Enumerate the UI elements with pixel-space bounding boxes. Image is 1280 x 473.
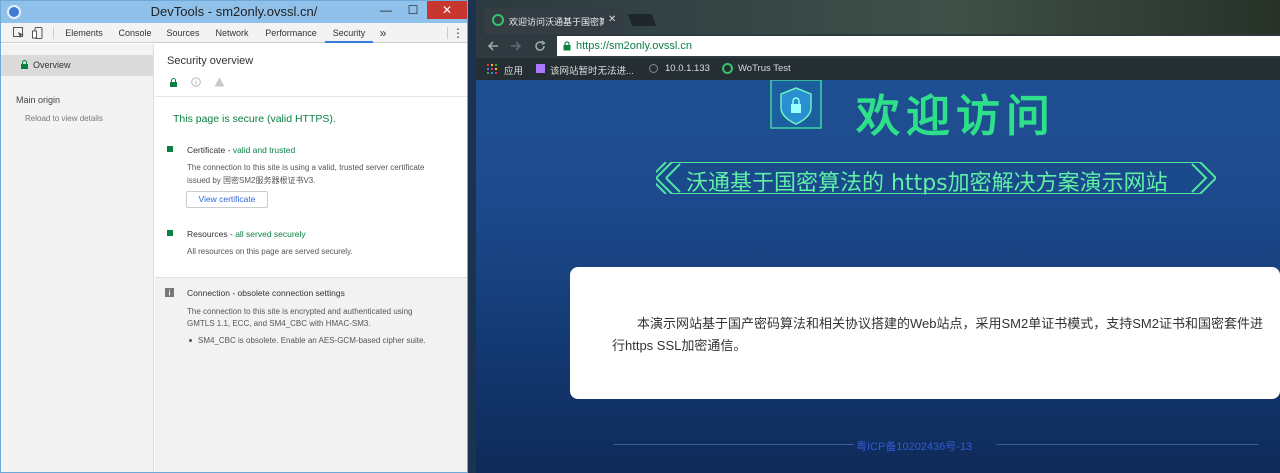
devtools-menu-button[interactable]: ⋮ bbox=[451, 23, 465, 43]
resources-status-icon bbox=[167, 230, 173, 236]
site-favicon-icon bbox=[492, 14, 504, 26]
view-certificate-button[interactable]: View certificate bbox=[186, 191, 268, 208]
tab-performance[interactable]: Performance bbox=[259, 23, 323, 43]
bullet-dot bbox=[189, 339, 192, 342]
tab-console[interactable]: Console bbox=[112, 23, 158, 43]
page-title: Security overview bbox=[167, 55, 254, 67]
resources-heading: Resources - all served securely bbox=[187, 229, 306, 239]
tab-sources[interactable]: Sources bbox=[161, 23, 205, 43]
device-toolbar-icon[interactable] bbox=[32, 27, 44, 39]
connection-warning-item: SM4_CBC is obsolete. Enable an AES-GCM-b… bbox=[198, 336, 426, 345]
bookmark-item[interactable]: 10.0.1.133 bbox=[665, 63, 710, 74]
tab-title: 欢迎访问沃通基于国密算 bbox=[509, 17, 604, 27]
bookmark-item[interactable]: 该网站暂时无法进... bbox=[550, 63, 634, 77]
security-sidebar: Overview Main origin Reload to view deta… bbox=[1, 44, 154, 472]
footer-divider bbox=[614, 444, 854, 445]
connection-description-line1: The connection to this site is encrypted… bbox=[187, 307, 413, 316]
more-tabs-button[interactable]: » bbox=[376, 23, 390, 43]
resources-description: All resources on this page are served se… bbox=[187, 247, 353, 256]
tab-elements[interactable]: Elements bbox=[59, 23, 109, 43]
security-shield-logo bbox=[770, 80, 822, 129]
page-content: 欢迎访问 沃通基于国密算法的 https加密解决方案演示网站 本演示网站基于国产… bbox=[476, 80, 1280, 473]
minimize-button[interactable]: — bbox=[373, 1, 399, 19]
resources-status: all served securely bbox=[235, 229, 306, 239]
maximize-button[interactable]: ☐ bbox=[400, 1, 426, 19]
banner-text: 沃通基于国密算法的 https加密解决方案演示网站 bbox=[686, 171, 1168, 196]
certificate-description-line1: The connection to this site is using a v… bbox=[187, 163, 425, 172]
bookmark-favicon-icon bbox=[536, 64, 545, 73]
certificate-heading: Certificate - valid and trusted bbox=[187, 145, 296, 155]
icp-link[interactable]: 粤ICP备10202436号-13 bbox=[856, 438, 972, 454]
chrome-toolbar: https://sm2only.ovssl.cn bbox=[476, 34, 1280, 58]
devtools-window: DevTools - sm2only.ovssl.cn/ — ☐ ✕ Eleme… bbox=[0, 0, 468, 473]
sidebar-item-reload[interactable]: Reload to view details bbox=[25, 114, 103, 123]
security-summary: This page is secure (valid HTTPS). bbox=[173, 113, 336, 125]
wotrus-favicon-icon bbox=[722, 63, 733, 74]
tab-security[interactable]: Security bbox=[325, 23, 373, 43]
chrome-tabbar: 欢迎访问沃通基于国密算 ✕ bbox=[476, 0, 1280, 34]
secure-lock-icon bbox=[170, 78, 177, 87]
bookmarks-bar: 应用 该网站暂时无法进... 10.0.1.133 WoTrus Test bbox=[476, 58, 1280, 80]
secure-lock-icon bbox=[563, 41, 571, 51]
info-icon bbox=[191, 77, 201, 87]
browser-tab[interactable]: 欢迎访问沃通基于国密算 ✕ bbox=[484, 8, 624, 34]
footer-divider bbox=[996, 444, 1258, 445]
new-tab-button[interactable] bbox=[627, 14, 657, 26]
close-button[interactable]: ✕ bbox=[427, 1, 467, 19]
connection-section: Connection - obsolete connection setting… bbox=[155, 277, 467, 472]
tab-close-icon[interactable]: ✕ bbox=[608, 14, 616, 25]
intro-card: 本演示网站基于国产密码算法和相关协议搭建的Web站点，采用SM2单证书模式，支持… bbox=[570, 267, 1280, 399]
hero-title: 欢迎访问 bbox=[856, 91, 1056, 142]
bookmark-item[interactable]: WoTrus Test bbox=[738, 63, 791, 74]
lock-icon bbox=[21, 60, 28, 69]
sidebar-item-label: Overview bbox=[33, 60, 71, 70]
info-square-icon bbox=[165, 288, 174, 297]
certificate-status-icon bbox=[167, 146, 173, 152]
globe-icon bbox=[649, 64, 658, 73]
sidebar-section-main-origin: Main origin bbox=[16, 95, 61, 105]
tab-network[interactable]: Network bbox=[207, 23, 257, 43]
devtools-titlebar[interactable]: DevTools - sm2only.ovssl.cn/ — ☐ ✕ bbox=[1, 1, 467, 23]
bookmark-apps[interactable]: 应用 bbox=[504, 63, 523, 77]
chrome-window: 欢迎访问沃通基于国密算 ✕ https://sm2only.ovssl.cn 应… bbox=[476, 0, 1280, 473]
connection-heading: Connection - obsolete connection setting… bbox=[187, 288, 345, 298]
connection-description-line2: GMTLS 1.1, ECC, and SM4_CBC with HMAC-SM… bbox=[187, 319, 371, 328]
apps-grid-icon[interactable] bbox=[487, 64, 497, 74]
warning-icon bbox=[214, 77, 225, 87]
certificate-status: valid and trusted bbox=[232, 145, 296, 155]
intro-text: 本演示网站基于国产密码算法和相关协议搭建的Web站点，采用SM2单证书模式，支持… bbox=[612, 316, 1263, 353]
sidebar-item-overview[interactable]: Overview bbox=[1, 55, 153, 76]
security-overview-panel: Security overview This page is secure (v… bbox=[155, 44, 467, 472]
certificate-description-line2: issued by 国密SM2服务器根证书V3. bbox=[187, 176, 316, 185]
forward-arrow-icon[interactable] bbox=[509, 39, 523, 53]
devtools-tabbar: Elements Console Sources Network Perform… bbox=[1, 23, 467, 43]
address-bar[interactable]: https://sm2only.ovssl.cn bbox=[557, 36, 1280, 56]
back-arrow-icon[interactable] bbox=[486, 39, 500, 53]
inspect-element-icon[interactable] bbox=[13, 27, 25, 39]
url-text: https://sm2only.ovssl.cn bbox=[576, 40, 692, 52]
reload-icon[interactable] bbox=[533, 39, 547, 53]
